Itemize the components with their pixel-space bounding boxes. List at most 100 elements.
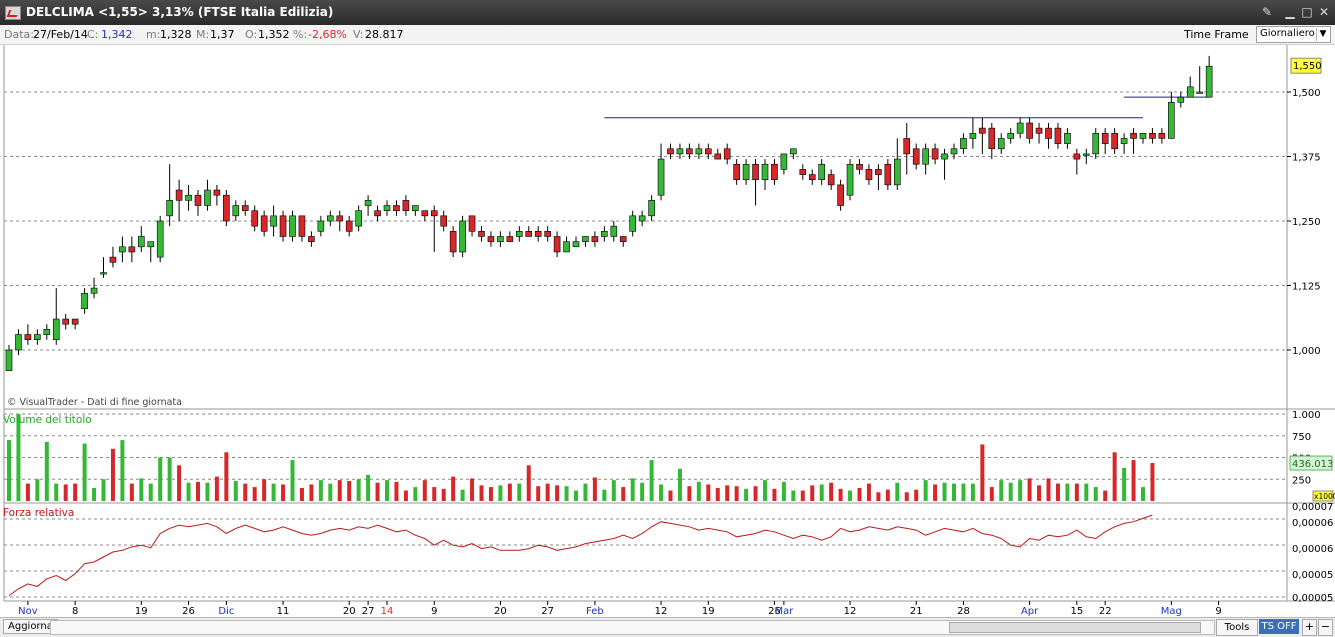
candle-body [714, 153, 722, 160]
candle-body [326, 215, 334, 222]
volume-panel-title: Volume del titolo [3, 414, 92, 426]
volume-bar [1131, 460, 1136, 501]
zoom-out-button[interactable]: − [1318, 619, 1333, 636]
candle-body [317, 220, 325, 232]
pin-icon[interactable]: ✎ [1259, 4, 1275, 20]
candle-body [544, 231, 551, 237]
candle-body [100, 272, 107, 275]
chart-area: 1,000 1,125 1,250 1,375 1,500 1,550 © VisualTr… [3, 45, 1335, 617]
candle-body [1139, 132, 1147, 139]
volume-bar [35, 479, 40, 501]
volume-tick-label: 1.000 [1292, 410, 1321, 421]
candle-body [15, 334, 22, 351]
candle-body [194, 194, 202, 206]
candle-body [251, 210, 258, 227]
price-tick-label: 1,500 [1292, 88, 1321, 99]
horizontal-scrollbar[interactable] [50, 620, 1215, 635]
candle-body [374, 210, 381, 217]
date-tick-label: 28 [957, 606, 970, 617]
chevron-down-icon[interactable]: ▼ [1316, 28, 1329, 41]
candle-body [553, 236, 561, 253]
volume-bar [1046, 478, 1051, 501]
volume-bar [394, 481, 399, 501]
volume-bar [781, 481, 786, 501]
volume-bar [318, 480, 323, 501]
volume-bar [233, 480, 238, 501]
volume-bar [1150, 463, 1155, 501]
volume-bar [290, 460, 295, 501]
timeframe-select[interactable]: Giornaliero ▼ [1256, 26, 1331, 43]
candle-body [1130, 132, 1137, 139]
volume-bar [385, 480, 389, 501]
volume-bar [555, 485, 560, 501]
volume-bar [488, 487, 493, 501]
volume-bar [1141, 487, 1145, 501]
timeframe-label: Time Frame [1184, 28, 1249, 41]
volume-bar [1122, 467, 1127, 501]
candle-body [478, 231, 485, 237]
candle-body [279, 215, 287, 237]
date-tick-label: 12 [655, 606, 668, 617]
volume-bar [460, 489, 465, 501]
candle-body [875, 169, 882, 175]
ts-off-button[interactable]: TS OFF [1259, 619, 1299, 634]
close-label: C: [87, 28, 99, 41]
candle-body [1026, 122, 1033, 139]
maximize-button[interactable]: □ [1299, 4, 1315, 20]
rs-tick-label: 0,00007 [1292, 502, 1333, 513]
volume-bar [129, 483, 134, 501]
date-tick-label: 20 [343, 606, 356, 617]
price-tick-label: 1,375 [1292, 153, 1321, 164]
volume-bar [630, 478, 635, 501]
candle-body [156, 220, 164, 258]
volume-bar [271, 483, 276, 501]
candle-body [931, 148, 939, 160]
volume-bar [933, 484, 938, 501]
volume-bar [904, 492, 909, 501]
volume-bar [167, 457, 172, 501]
candle-body [52, 318, 60, 340]
candle-body [421, 210, 429, 217]
volume-bar [583, 483, 588, 501]
date-tick-label: 12 [844, 606, 857, 617]
volume-bar [63, 484, 68, 501]
vol-value: 28.817 [365, 28, 404, 41]
candle-body [5, 349, 13, 371]
volume-bar [328, 483, 333, 501]
volume-bar [734, 486, 739, 501]
volume-bar [744, 488, 749, 501]
volume-bar [281, 484, 286, 501]
candle-body [969, 132, 977, 139]
volume-bar [422, 480, 427, 501]
window-title: DELCLIMA <1,55> 3,13% (FTSE Italia Edili… [26, 5, 334, 19]
candle-body [638, 215, 646, 222]
close-value: 1,342 [101, 28, 133, 41]
zoom-in-button[interactable]: + [1302, 619, 1317, 636]
volume-bar [980, 444, 985, 501]
candle-body [459, 220, 466, 253]
candle-body [837, 184, 844, 206]
volume-bar [205, 482, 210, 501]
candle-body [1016, 122, 1024, 134]
candle-body [1101, 132, 1109, 144]
rs-tick-label: 0,00006 [1292, 518, 1333, 529]
volume-bar [885, 489, 890, 501]
candle-body [308, 236, 315, 242]
volume-bar [120, 440, 125, 501]
close-button[interactable]: ✕ [1316, 4, 1332, 20]
minimize-button[interactable]: ▁ [1282, 4, 1298, 20]
candle-body [1120, 138, 1128, 144]
date-tick-label: 27 [362, 606, 375, 617]
volume-bar [148, 483, 153, 501]
candle-body [1158, 132, 1166, 139]
volume-bar [177, 465, 182, 501]
date-tick-label: 22 [1099, 606, 1112, 617]
scrollbar-thumb[interactable] [949, 622, 1201, 633]
tools-button[interactable]: Tools [1216, 619, 1258, 636]
volume-bar [299, 487, 304, 501]
volume-bar [139, 478, 144, 501]
volume-bar [110, 448, 115, 501]
timeframe-value: Giornaliero [1260, 28, 1315, 39]
candle-body [289, 215, 296, 237]
volume-bar [7, 440, 11, 501]
